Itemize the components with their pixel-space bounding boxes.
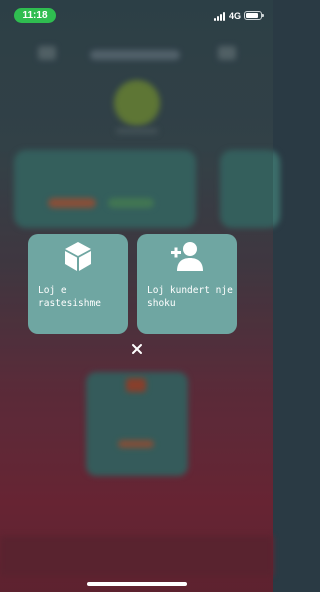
add-user-icon — [170, 240, 204, 277]
home-indicator[interactable] — [87, 582, 187, 586]
status-bar: 11:18 4G — [0, 0, 273, 30]
network-type: 4G — [229, 11, 242, 21]
close-icon[interactable] — [128, 340, 146, 358]
random-game-button[interactable]: Loj e rastesishme — [28, 234, 128, 334]
cube-icon — [63, 240, 93, 277]
play-with-friend-button[interactable]: Loj kundert nje shoku — [137, 234, 237, 334]
random-game-label: Loj e rastesishme — [38, 285, 101, 309]
play-with-friend-label: Loj kundert nje shoku — [147, 285, 233, 309]
battery-icon — [244, 11, 264, 20]
status-time: 11:18 — [14, 8, 56, 23]
